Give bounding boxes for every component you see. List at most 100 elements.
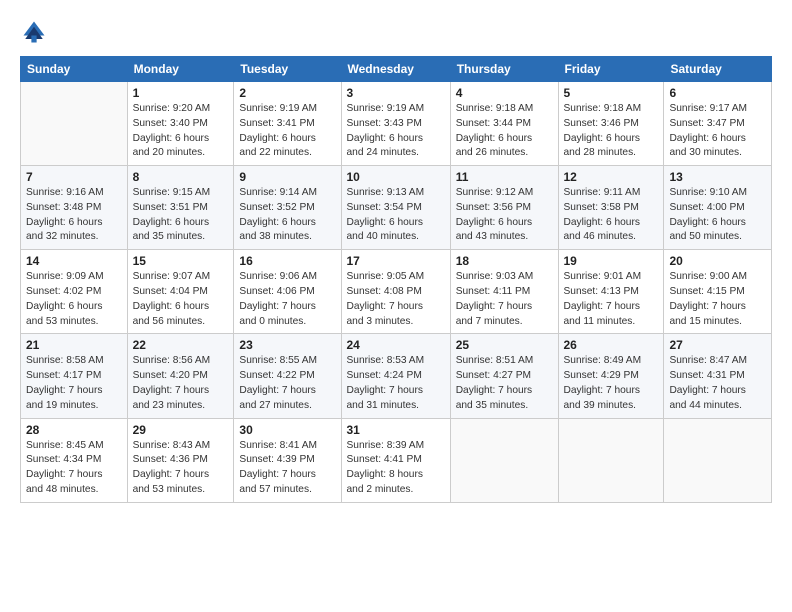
day-detail: Sunrise: 8:43 AMSunset: 4:36 PMDaylight:… <box>133 439 229 498</box>
day-number: 3 <box>347 86 445 100</box>
day-number: 31 <box>347 423 445 437</box>
day-detail: Sunrise: 9:13 AMSunset: 3:54 PMDaylight:… <box>347 186 445 245</box>
calendar-row: 14 Sunrise: 9:09 AMSunset: 4:02 PMDayligh… <box>21 250 772 334</box>
day-detail: Sunrise: 9:07 AMSunset: 4:04 PMDaylight:… <box>133 270 229 329</box>
day-detail: Sunrise: 9:03 AMSunset: 4:11 PMDaylight:… <box>456 270 553 329</box>
calendar-cell: 11Sunrise: 9:12 AMSunset: 3:56 PMDayligh… <box>450 166 558 250</box>
day-number: 21 <box>26 338 122 352</box>
day-detail: Sunrise: 9:09 AMSunset: 4:02 PMDaylight:… <box>26 270 122 329</box>
day-detail: Sunrise: 9:18 AMSunset: 3:44 PMDaylight:… <box>456 102 553 161</box>
day-number: 17 <box>347 254 445 268</box>
calendar-cell: 13Sunrise: 9:10 AMSunset: 4:00 PMDayligh… <box>664 166 772 250</box>
calendar-cell: 6 Sunrise: 9:17 AMSunset: 3:47 PMDaylight… <box>664 82 772 166</box>
calendar-cell: 1 Sunrise: 9:20 AMSunset: 3:40 PMDaylight… <box>127 82 234 166</box>
day-detail: Sunrise: 8:58 AMSunset: 4:17 PMDaylight:… <box>26 354 122 413</box>
day-number: 20 <box>669 254 766 268</box>
col-header-thursday: Thursday <box>450 57 558 82</box>
calendar-cell: 8 Sunrise: 9:15 AMSunset: 3:51 PMDaylight… <box>127 166 234 250</box>
col-header-tuesday: Tuesday <box>234 57 341 82</box>
calendar-cell: 2 Sunrise: 9:19 AMSunset: 3:41 PMDaylight… <box>234 82 341 166</box>
day-number: 5 <box>564 86 659 100</box>
day-number: 22 <box>133 338 229 352</box>
col-header-sunday: Sunday <box>21 57 128 82</box>
day-detail: Sunrise: 8:55 AMSunset: 4:22 PMDaylight:… <box>239 354 335 413</box>
day-number: 25 <box>456 338 553 352</box>
day-detail: Sunrise: 9:16 AMSunset: 3:48 PMDaylight:… <box>26 186 122 245</box>
calendar-row: 21 Sunrise: 8:58 AMSunset: 4:17 PMDayligh… <box>21 334 772 418</box>
day-detail: Sunrise: 9:19 AMSunset: 3:43 PMDaylight:… <box>347 102 445 161</box>
day-number: 28 <box>26 423 122 437</box>
day-detail: Sunrise: 8:45 AMSunset: 4:34 PMDaylight:… <box>26 439 122 498</box>
calendar-header-row: SundayMondayTuesdayWednesdayThursdayFrid… <box>21 57 772 82</box>
day-detail: Sunrise: 9:14 AMSunset: 3:52 PMDaylight:… <box>239 186 335 245</box>
day-detail: Sunrise: 8:53 AMSunset: 4:24 PMDaylight:… <box>347 354 445 413</box>
calendar-cell: 25 Sunrise: 8:51 AMSunset: 4:27 PMDayligh… <box>450 334 558 418</box>
day-number: 10 <box>347 170 445 184</box>
calendar-cell: 26Sunrise: 8:49 AMSunset: 4:29 PMDayligh… <box>558 334 664 418</box>
day-detail: Sunrise: 9:18 AMSunset: 3:46 PMDaylight:… <box>564 102 659 161</box>
calendar-cell: 14 Sunrise: 9:09 AMSunset: 4:02 PMDayligh… <box>21 250 128 334</box>
calendar-cell: 3 Sunrise: 9:19 AMSunset: 3:43 PMDaylight… <box>341 82 450 166</box>
day-number: 27 <box>669 338 766 352</box>
calendar-cell: 16 Sunrise: 9:06 AMSunset: 4:06 PMDayligh… <box>234 250 341 334</box>
calendar-cell: 22Sunrise: 8:56 AMSunset: 4:20 PMDayligh… <box>127 334 234 418</box>
day-detail: Sunrise: 9:01 AMSunset: 4:13 PMDaylight:… <box>564 270 659 329</box>
calendar-cell <box>558 418 664 502</box>
day-number: 4 <box>456 86 553 100</box>
calendar-table: SundayMondayTuesdayWednesdayThursdayFrid… <box>20 56 772 503</box>
day-detail: Sunrise: 9:06 AMSunset: 4:06 PMDaylight:… <box>239 270 335 329</box>
col-header-friday: Friday <box>558 57 664 82</box>
day-detail: Sunrise: 9:20 AMSunset: 3:40 PMDaylight:… <box>133 102 229 161</box>
day-number: 26 <box>564 338 659 352</box>
day-number: 1 <box>133 86 229 100</box>
calendar-cell: 29 Sunrise: 8:43 AMSunset: 4:36 PMDayligh… <box>127 418 234 502</box>
day-number: 24 <box>347 338 445 352</box>
calendar-cell <box>664 418 772 502</box>
calendar-cell: 7 Sunrise: 9:16 AMSunset: 3:48 PMDaylight… <box>21 166 128 250</box>
logo <box>20 18 52 46</box>
calendar-cell: 5 Sunrise: 9:18 AMSunset: 3:46 PMDaylight… <box>558 82 664 166</box>
day-detail: Sunrise: 8:41 AMSunset: 4:39 PMDaylight:… <box>239 439 335 498</box>
calendar-cell: 9Sunrise: 9:14 AMSunset: 3:52 PMDaylight… <box>234 166 341 250</box>
calendar-cell: 24 Sunrise: 8:53 AMSunset: 4:24 PMDayligh… <box>341 334 450 418</box>
day-detail: Sunrise: 9:00 AMSunset: 4:15 PMDaylight:… <box>669 270 766 329</box>
calendar-cell: 31 Sunrise: 8:39 AMSunset: 4:41 PMDayligh… <box>341 418 450 502</box>
calendar-cell: 12 Sunrise: 9:11 AMSunset: 3:58 PMDayligh… <box>558 166 664 250</box>
day-detail: Sunrise: 9:05 AMSunset: 4:08 PMDaylight:… <box>347 270 445 329</box>
day-detail: Sunrise: 9:11 AMSunset: 3:58 PMDaylight:… <box>564 186 659 245</box>
day-number: 19 <box>564 254 659 268</box>
day-detail: Sunrise: 9:17 AMSunset: 3:47 PMDaylight:… <box>669 102 766 161</box>
header <box>20 18 772 46</box>
day-detail: Sunrise: 9:12 AMSunset: 3:56 PMDaylight:… <box>456 186 553 245</box>
day-number: 30 <box>239 423 335 437</box>
calendar-cell: 15Sunrise: 9:07 AMSunset: 4:04 PMDayligh… <box>127 250 234 334</box>
day-detail: Sunrise: 9:15 AMSunset: 3:51 PMDaylight:… <box>133 186 229 245</box>
calendar-cell: 18Sunrise: 9:03 AMSunset: 4:11 PMDayligh… <box>450 250 558 334</box>
day-number: 12 <box>564 170 659 184</box>
day-detail: Sunrise: 9:10 AMSunset: 4:00 PMDaylight:… <box>669 186 766 245</box>
calendar-row: 7 Sunrise: 9:16 AMSunset: 3:48 PMDaylight… <box>21 166 772 250</box>
calendar-cell: 10 Sunrise: 9:13 AMSunset: 3:54 PMDayligh… <box>341 166 450 250</box>
calendar-row: 1 Sunrise: 9:20 AMSunset: 3:40 PMDaylight… <box>21 82 772 166</box>
day-number: 2 <box>239 86 335 100</box>
calendar-cell: 28 Sunrise: 8:45 AMSunset: 4:34 PMDayligh… <box>21 418 128 502</box>
calendar-cell: 17 Sunrise: 9:05 AMSunset: 4:08 PMDayligh… <box>341 250 450 334</box>
logo-icon <box>20 18 48 46</box>
day-detail: Sunrise: 8:51 AMSunset: 4:27 PMDaylight:… <box>456 354 553 413</box>
calendar-cell: 21 Sunrise: 8:58 AMSunset: 4:17 PMDayligh… <box>21 334 128 418</box>
calendar-cell <box>450 418 558 502</box>
day-number: 8 <box>133 170 229 184</box>
calendar-cell: 4 Sunrise: 9:18 AMSunset: 3:44 PMDaylight… <box>450 82 558 166</box>
day-number: 7 <box>26 170 122 184</box>
calendar-cell: 23Sunrise: 8:55 AMSunset: 4:22 PMDayligh… <box>234 334 341 418</box>
day-number: 29 <box>133 423 229 437</box>
calendar-cell: 20 Sunrise: 9:00 AMSunset: 4:15 PMDayligh… <box>664 250 772 334</box>
day-number: 14 <box>26 254 122 268</box>
day-number: 6 <box>669 86 766 100</box>
day-detail: Sunrise: 8:39 AMSunset: 4:41 PMDaylight:… <box>347 439 445 498</box>
calendar-cell: 30 Sunrise: 8:41 AMSunset: 4:39 PMDayligh… <box>234 418 341 502</box>
col-header-wednesday: Wednesday <box>341 57 450 82</box>
day-detail: Sunrise: 9:19 AMSunset: 3:41 PMDaylight:… <box>239 102 335 161</box>
calendar-cell: 27Sunrise: 8:47 AMSunset: 4:31 PMDayligh… <box>664 334 772 418</box>
day-number: 16 <box>239 254 335 268</box>
